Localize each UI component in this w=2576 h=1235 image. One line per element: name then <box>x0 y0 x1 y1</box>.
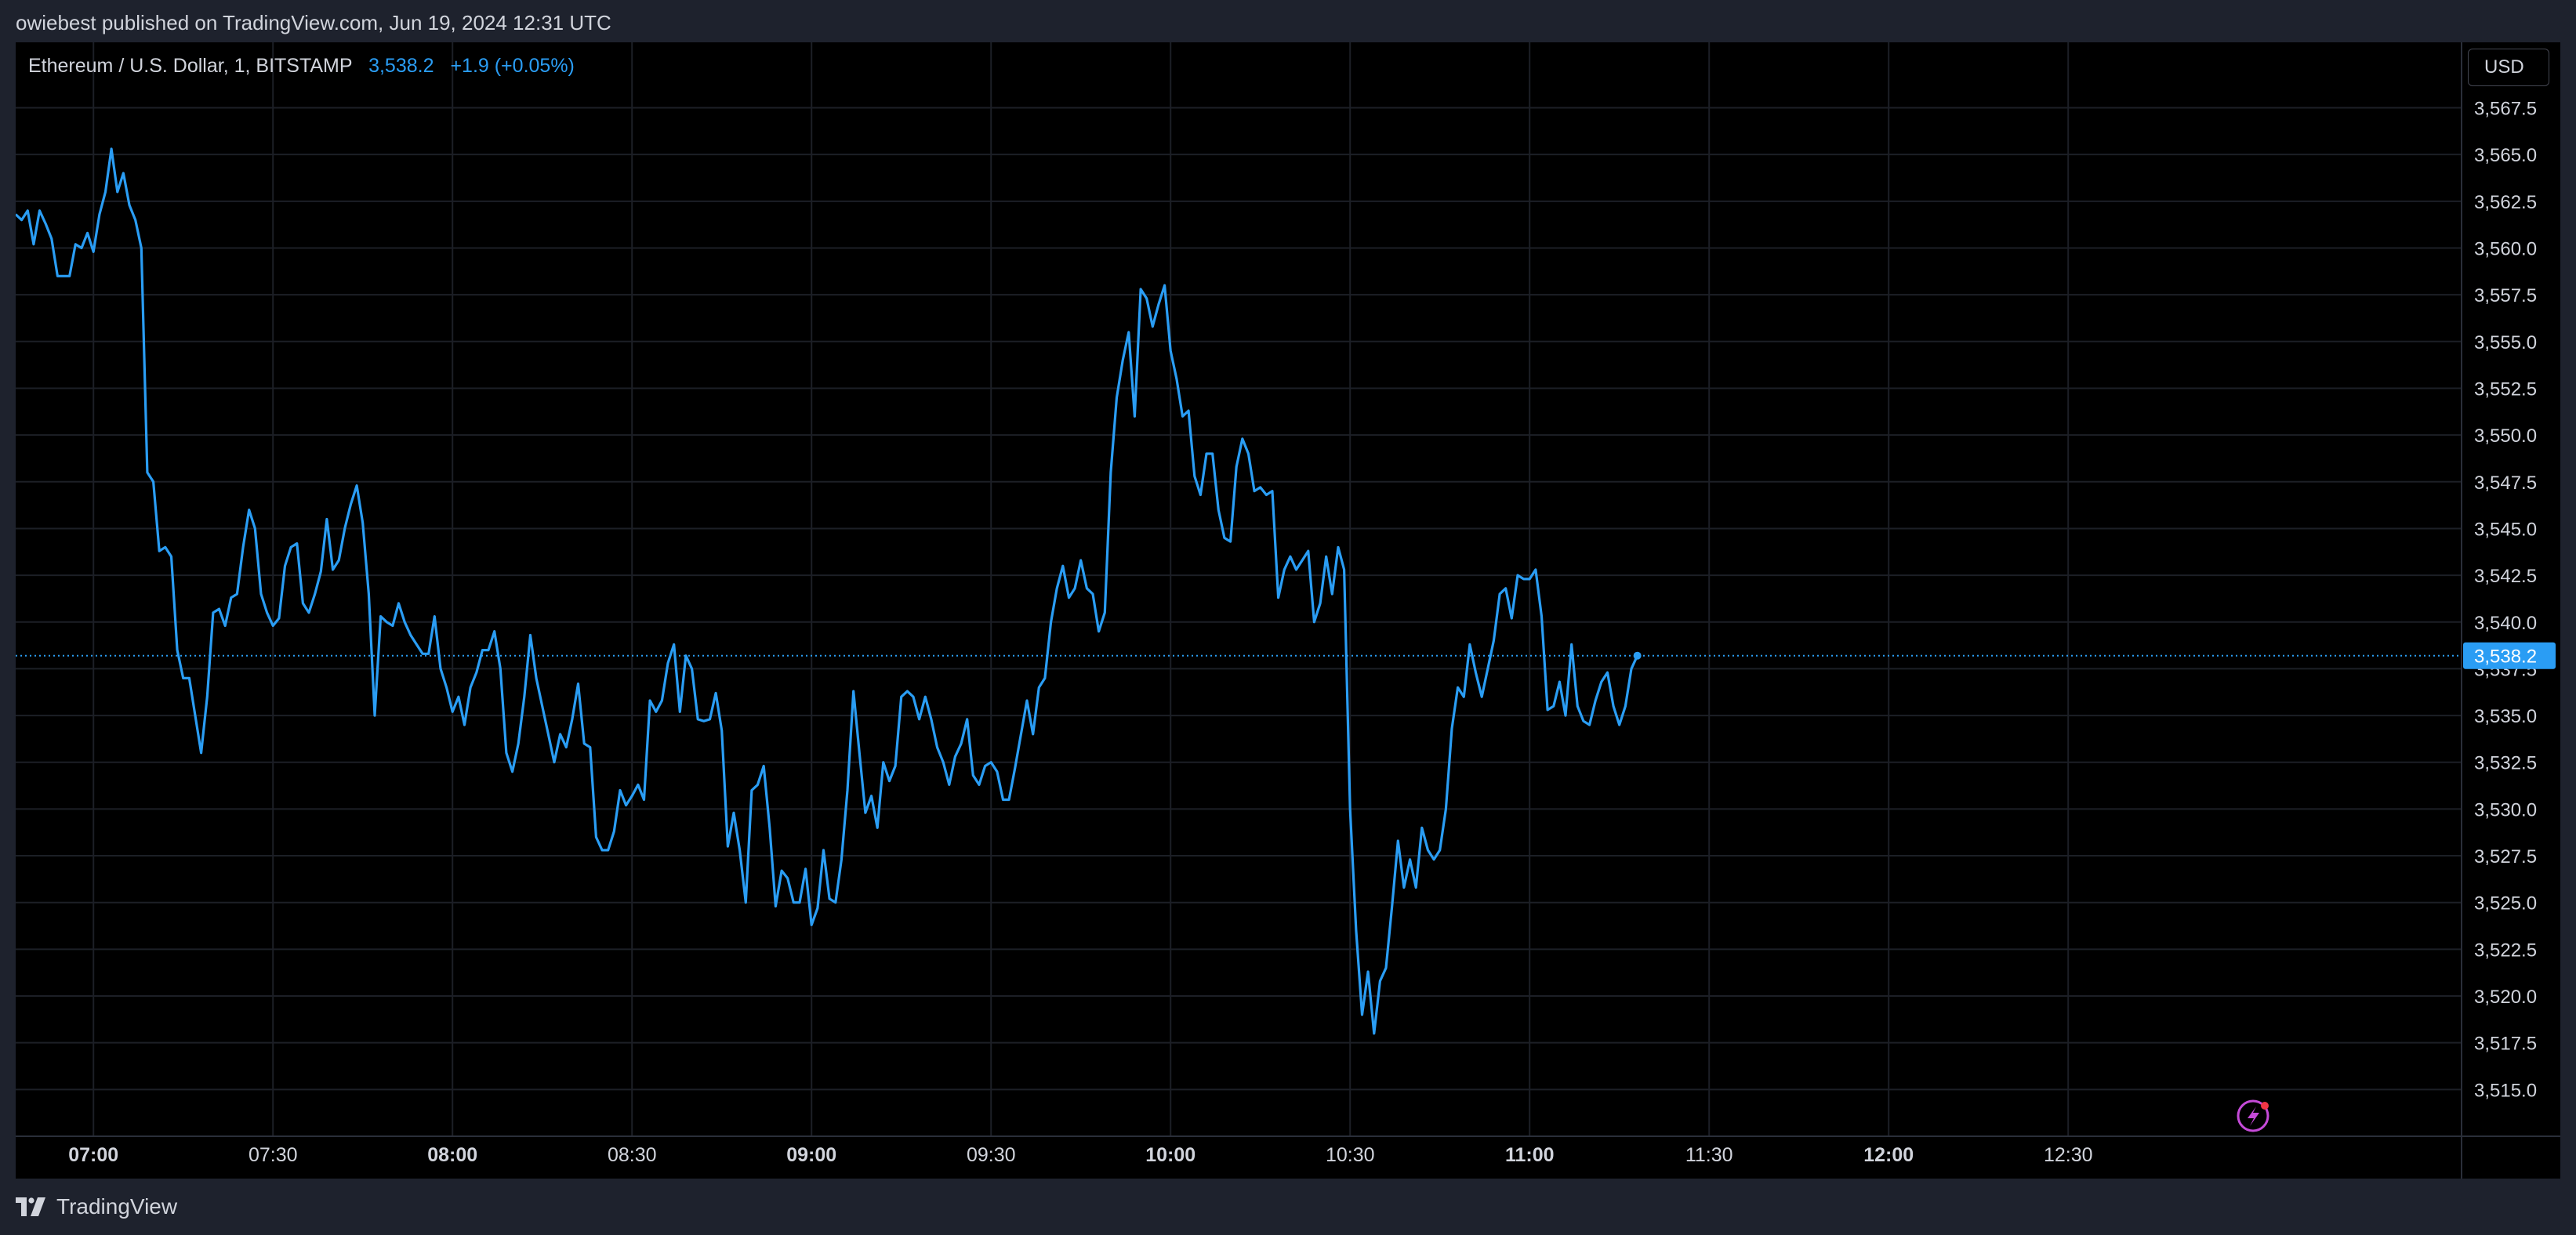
legend-last-price: 3,538.2 <box>368 55 434 77</box>
y-tick-label: 3,527.5 <box>2474 846 2537 867</box>
y-tick-label: 3,542.5 <box>2474 566 2537 587</box>
symbol-title: Ethereum / U.S. Dollar, 1, BITSTAMP <box>28 55 353 77</box>
price-series-line <box>14 147 1639 1035</box>
x-tick-label: 12:00 <box>1863 1144 1914 1166</box>
footer-brand-label: TradingView <box>56 1194 178 1219</box>
y-tick-label: 3,567.5 <box>2474 99 2537 120</box>
y-tick-label: 3,550.0 <box>2474 426 2537 447</box>
last-price-point <box>1633 651 1642 660</box>
y-tick-label: 3,515.0 <box>2474 1080 2537 1101</box>
y-tick-label: 3,535.0 <box>2474 706 2537 727</box>
y-tick-label: 3,517.5 <box>2474 1034 2537 1055</box>
x-tick-label: 08:30 <box>608 1144 657 1166</box>
published-by-line: owiebest published on TradingView.com, J… <box>16 11 611 34</box>
symbol-legend: Ethereum / U.S. Dollar, 1, BITSTAMP 3,53… <box>28 55 575 78</box>
y-tick-label: 3,557.5 <box>2474 285 2537 306</box>
y-tick-label: 3,560.0 <box>2474 238 2537 259</box>
x-tick-label: 10:30 <box>1326 1144 1375 1166</box>
x-tick-label: 11:00 <box>1505 1144 1555 1166</box>
lightning-alert-icon[interactable] <box>2237 1099 2269 1132</box>
series-layer <box>14 147 1639 1035</box>
grid-layer <box>16 42 2462 1136</box>
x-tick-label: 07:30 <box>249 1144 298 1166</box>
y-tick-label: 3,522.5 <box>2474 940 2537 961</box>
currency-button[interactable]: USD <box>2468 49 2549 86</box>
y-tick-label: 3,532.5 <box>2474 753 2537 774</box>
y-tick-label: 3,552.5 <box>2474 378 2537 400</box>
y-tick-label: 3,565.0 <box>2474 145 2537 166</box>
tradingview-logo-icon <box>16 1197 45 1216</box>
last-price-tag-label: 3,538.2 <box>2474 646 2537 668</box>
price-chart[interactable]: 3,515.0 3,517.5 3,520.0 3,522.5 3,525.0 3,527… <box>14 42 2560 1179</box>
y-tick-label: 3,547.5 <box>2474 473 2537 494</box>
footer-brand[interactable]: TradingView <box>16 1194 177 1219</box>
x-tick-label: 11:30 <box>1685 1144 1733 1166</box>
y-tick-label: 3,530.0 <box>2474 799 2537 820</box>
x-tick-label: 07:00 <box>68 1144 118 1166</box>
y-tick-label: 3,555.0 <box>2474 332 2537 353</box>
y-tick-label: 3,545.0 <box>2474 519 2537 540</box>
x-tick-label: 10:00 <box>1145 1144 1195 1166</box>
y-tick-label: 3,520.0 <box>2474 987 2537 1008</box>
y-tick-label: 3,540.0 <box>2474 613 2537 634</box>
x-tick-label: 08:00 <box>427 1144 477 1166</box>
x-tick-label: 09:30 <box>967 1144 1016 1166</box>
chart-panel[interactable]: 3,515.0 3,517.5 3,520.0 3,522.5 3,525.0 3,527… <box>14 42 2560 1179</box>
legend-change: +1.9 (+0.05%) <box>450 55 575 77</box>
y-tick-label: 3,562.5 <box>2474 192 2537 213</box>
x-tick-label: 12:30 <box>2044 1144 2093 1166</box>
x-tick-label: 09:00 <box>786 1144 836 1166</box>
y-tick-label: 3,525.0 <box>2474 893 2537 914</box>
